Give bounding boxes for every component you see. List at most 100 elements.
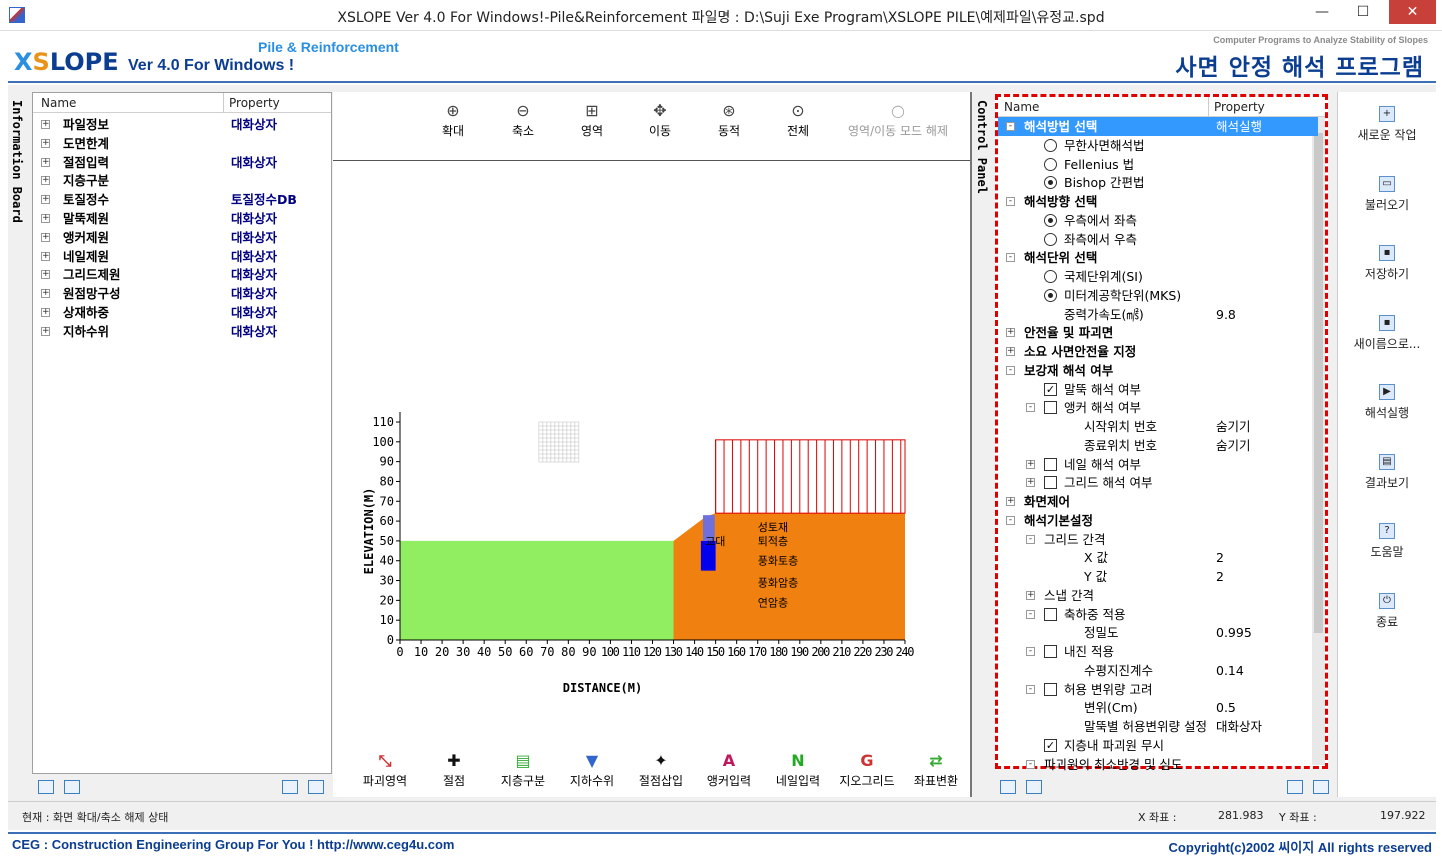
- expand-icon[interactable]: -: [1006, 197, 1015, 206]
- ctrl-collapse-icon[interactable]: [1026, 780, 1042, 794]
- ctrl-row[interactable]: + 화면제어: [998, 492, 1318, 511]
- expand-icon[interactable]: +: [41, 232, 50, 242]
- expand-icon[interactable]: -: [1006, 253, 1015, 263]
- tool-water-level[interactable]: ▼ 지하수위: [557, 752, 627, 789]
- ctrl-row[interactable]: - 허용 변위량 고려: [998, 680, 1318, 699]
- info-row[interactable]: + 지층구분: [33, 171, 329, 190]
- info-row-property[interactable]: 대화상자: [231, 303, 277, 322]
- checkbox[interactable]: [1044, 645, 1057, 658]
- ctrl-row-property[interactable]: 9.8: [1216, 305, 1236, 324]
- sidebar-save[interactable]: ▪ 저장하기: [1348, 245, 1426, 282]
- ctrl-row[interactable]: 중력가속도(㎨) 9.8: [998, 305, 1318, 324]
- ctrl-row[interactable]: + 스냅 간격: [998, 586, 1318, 605]
- info-row[interactable]: + 네일제원 대화상자: [33, 247, 329, 266]
- expand-icon[interactable]: +: [41, 157, 50, 167]
- ctrl-row-property[interactable]: 0.5: [1216, 698, 1236, 717]
- tool-zoom-area[interactable]: ⊞ 영역: [557, 102, 627, 139]
- sidebar-open-folder[interactable]: ▭ 불러오기: [1348, 175, 1426, 213]
- ctrl-row[interactable]: + 그리드 해석 여부: [998, 473, 1318, 492]
- ctrl-row-property[interactable]: 0.995: [1216, 623, 1252, 642]
- ctrl-row[interactable]: - 파괴원의 최소반경 및 심도: [998, 755, 1318, 774]
- info-remove-icon[interactable]: [308, 780, 324, 794]
- info-row[interactable]: + 원점망구성 대화상자: [33, 284, 329, 303]
- radio-button[interactable]: [1044, 213, 1057, 227]
- sidebar-exit[interactable]: ⏻ 종료: [1348, 592, 1426, 630]
- tool-node[interactable]: ✚ 절점: [419, 752, 489, 789]
- info-row-property[interactable]: 대화상자: [231, 228, 277, 247]
- info-expand-icon[interactable]: [38, 780, 54, 794]
- ctrl-row[interactable]: ✓ 지층내 파괴원 무시: [998, 736, 1318, 755]
- footer-left[interactable]: CEG : Construction Engineering Group For…: [12, 837, 454, 852]
- info-row-property[interactable]: 대화상자: [231, 209, 277, 228]
- checkbox[interactable]: ✓: [1044, 738, 1057, 752]
- ctrl-row[interactable]: + 소요 사면안전율 지정: [998, 342, 1318, 361]
- ctrl-row-property[interactable]: 2: [1216, 548, 1224, 567]
- ctrl-row[interactable]: 좌측에서 우측: [998, 230, 1318, 249]
- info-row-property[interactable]: 대화상자: [231, 115, 277, 134]
- sidebar-help[interactable]: ? 도움말: [1348, 523, 1426, 560]
- sidebar-run-analysis[interactable]: ▶ 해석실행: [1348, 384, 1426, 421]
- tool-dynamic-zoom[interactable]: ⊛ 동적: [694, 102, 764, 139]
- checkbox[interactable]: [1044, 607, 1057, 621]
- sidebar-new-file[interactable]: + 새로운 작업: [1348, 106, 1426, 143]
- ctrl-row[interactable]: ✓ 말뚝 해석 여부: [998, 380, 1318, 399]
- expand-icon[interactable]: -: [1026, 534, 1035, 544]
- tool-pan[interactable]: ✥ 이동: [625, 102, 695, 139]
- info-row[interactable]: + 앵커제원 대화상자: [33, 228, 329, 247]
- info-add-icon[interactable]: [282, 780, 298, 794]
- expand-icon[interactable]: +: [41, 138, 50, 148]
- radio-button[interactable]: [1044, 138, 1057, 152]
- ctrl-row-property[interactable]: 숨기기: [1216, 417, 1251, 436]
- checkbox[interactable]: [1044, 457, 1057, 471]
- tool-zoom-all[interactable]: ⊙ 전체: [763, 102, 833, 139]
- expand-icon[interactable]: -: [1026, 403, 1035, 413]
- ctrl-row[interactable]: 무한사면해석법: [998, 136, 1318, 155]
- expand-icon[interactable]: -: [1006, 365, 1015, 375]
- radio-button[interactable]: [1044, 157, 1057, 171]
- tool-insert-node[interactable]: ✦ 절점삽입: [626, 752, 696, 789]
- expand-icon[interactable]: +: [41, 195, 50, 205]
- radio-button[interactable]: [1044, 288, 1057, 302]
- drawing-area[interactable]: 0 10 20 30 40 50 60 70 80 90 100 110 0 10 20 30 40 50 60 70…: [333, 92, 971, 797]
- expand-icon[interactable]: +: [41, 251, 50, 261]
- ctrl-row[interactable]: 변위(Cm) 0.5: [998, 698, 1318, 717]
- tool-layer[interactable]: ▤ 지층구분: [488, 752, 558, 789]
- ctrl-row-property[interactable]: 해석실행: [1216, 117, 1262, 136]
- minimize-button[interactable]: —: [1302, 0, 1342, 24]
- tool-zoom-out[interactable]: ⊖ 축소: [488, 102, 558, 139]
- ctrl-row[interactable]: - 보강재 해석 여부: [998, 361, 1318, 380]
- info-board-tree[interactable]: Name Property + 파일정보 대화상자 + 도면한계 + 절점입력 대화상자 + 지층구…: [32, 92, 332, 774]
- ctrl-remove-icon[interactable]: [1313, 780, 1329, 794]
- expand-icon[interactable]: +: [41, 176, 50, 186]
- expand-icon[interactable]: -: [1026, 609, 1035, 619]
- checkbox[interactable]: ✓: [1044, 382, 1057, 396]
- expand-icon[interactable]: +: [41, 308, 50, 317]
- ctrl-row-property[interactable]: 대화상자: [1216, 717, 1262, 736]
- expand-icon[interactable]: -: [1026, 759, 1035, 769]
- ctrl-row[interactable]: 수평지진계수 0.14: [998, 661, 1318, 680]
- control-panel-tree[interactable]: Name Property - 해석방법 선택 해석실행 무한사면해석법 Felleniu…: [995, 94, 1328, 772]
- ctrl-row[interactable]: - 앵커 해석 여부: [998, 398, 1318, 417]
- ctrl-row[interactable]: 국제단위계(SI): [998, 267, 1318, 286]
- tool-failure-zone[interactable]: ⤡ 파괴영역: [350, 752, 420, 789]
- surcharge-load[interactable]: [715, 439, 906, 514]
- ctrl-row[interactable]: - 해석방법 선택 해석실행: [998, 117, 1318, 136]
- info-row[interactable]: + 절점입력 대화상자: [33, 153, 329, 172]
- tool-zoom-in[interactable]: ⊕ 확대: [418, 102, 488, 139]
- tool-coord-transform[interactable]: ⇄ 좌표변환: [901, 752, 971, 789]
- ctrl-row[interactable]: - 축하중 적용: [998, 605, 1318, 624]
- ctrl-row[interactable]: 정밀도 0.995: [998, 623, 1318, 642]
- checkbox[interactable]: [1044, 682, 1057, 696]
- close-button[interactable]: ✕: [1389, 0, 1436, 24]
- expand-icon[interactable]: +: [1026, 459, 1035, 469]
- ctrl-row[interactable]: 미터계공학단위(MKS): [998, 286, 1318, 305]
- radio-button[interactable]: [1044, 176, 1057, 190]
- ctrl-row[interactable]: Fellenius 법: [998, 155, 1318, 174]
- ctrl-row[interactable]: Bishop 간편법: [998, 173, 1318, 192]
- expand-icon[interactable]: -: [1026, 647, 1035, 656]
- ctrl-row-property[interactable]: 숨기기: [1216, 436, 1251, 455]
- ctrl-row[interactable]: 우측에서 좌측: [998, 211, 1318, 230]
- expand-icon[interactable]: +: [41, 289, 50, 299]
- ctrl-row[interactable]: - 내진 적용: [998, 642, 1318, 661]
- info-collapse-icon[interactable]: [64, 780, 80, 794]
